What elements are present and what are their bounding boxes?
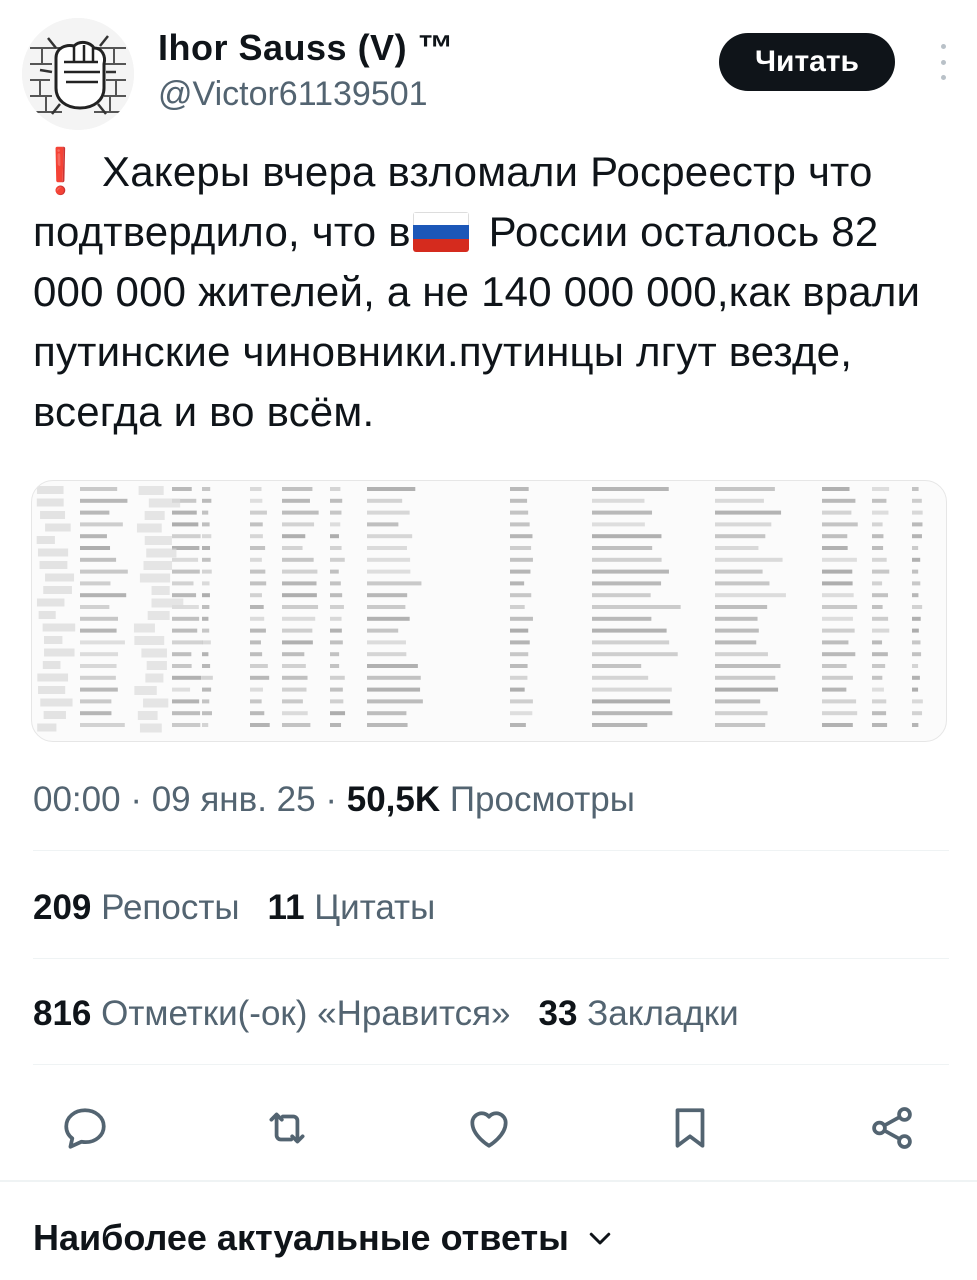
share-icon — [872, 1107, 912, 1149]
tweet-media-image[interactable] — [31, 480, 947, 742]
bookmark-button[interactable] — [660, 1098, 720, 1158]
quotes-label: Цитаты — [314, 888, 436, 927]
reply-icon — [64, 1108, 106, 1149]
repost-button[interactable] — [257, 1098, 317, 1158]
chevron-down-icon — [589, 1232, 611, 1245]
meta-separator: · — [120, 780, 152, 819]
stats-row-1: 209 Репосты 11 Цитаты — [33, 886, 435, 930]
replies-sort-dropdown[interactable]: Наиболее актуальные ответы — [33, 1217, 615, 1259]
share-button[interactable] — [862, 1098, 922, 1158]
likes-label: Отметки(-ок) «Нравится» — [101, 994, 511, 1033]
tweet-time[interactable]: 00:00 — [33, 780, 121, 819]
divider — [33, 850, 949, 851]
author-avatar[interactable] — [22, 18, 134, 130]
quotes-count: 11 — [267, 888, 305, 927]
reply-button[interactable] — [55, 1098, 115, 1158]
views-count: 50,5K — [346, 780, 441, 819]
bookmarks-label: Закладки — [587, 994, 739, 1033]
tweet-date[interactable]: 09 янв. 25 — [152, 780, 316, 819]
reposts-stat[interactable]: 209 Репосты — [33, 888, 240, 927]
author-display-name[interactable]: Ihor Sauss (V) ™ — [158, 26, 454, 70]
reposts-count: 209 — [33, 888, 92, 927]
exclamation-icon: ❗ — [33, 147, 88, 196]
bookmarks-count: 33 — [538, 994, 578, 1033]
meta-separator: · — [315, 780, 347, 819]
divider — [33, 1064, 949, 1065]
tweet-meta: 00:00 · 09 янв. 25 · 50,5K Просмотры — [33, 778, 635, 822]
action-bar — [55, 1098, 922, 1158]
views-label: Просмотры — [440, 780, 635, 819]
replies-sort-label: Наиболее актуальные ответы — [33, 1217, 569, 1258]
quotes-stat[interactable]: 11 Цитаты — [268, 888, 436, 927]
tweet-header: Ihor Sauss (V) ™ @Victor61139501 Читать — [22, 18, 957, 130]
author-handle[interactable]: @Victor61139501 — [158, 72, 454, 116]
repost-icon — [269, 1112, 305, 1144]
russia-flag-icon — [412, 212, 469, 252]
like-icon — [469, 1111, 508, 1148]
divider — [33, 958, 949, 959]
author-names: Ihor Sauss (V) ™ @Victor61139501 — [158, 26, 454, 116]
follow-button[interactable]: Читать — [719, 33, 895, 91]
section-divider — [0, 1180, 977, 1182]
fist-avatar-icon — [22, 18, 134, 130]
like-button[interactable] — [459, 1098, 519, 1158]
likes-count: 816 — [33, 994, 92, 1033]
tweet-text: ❗ Хакеры вчера взломали Росреестр что под… — [33, 142, 948, 442]
stats-row-2: 816 Отметки(-ок) «Нравится» 33 Закладки — [33, 992, 739, 1036]
likes-stat[interactable]: 816 Отметки(-ок) «Нравится» — [33, 994, 511, 1033]
more-options-icon[interactable] — [937, 44, 949, 80]
reposts-label: Репосты — [101, 888, 240, 927]
bookmarks-stat[interactable]: 33 Закладки — [539, 994, 739, 1033]
bookmark-icon — [675, 1108, 705, 1148]
blurred-table-image — [36, 486, 923, 733]
